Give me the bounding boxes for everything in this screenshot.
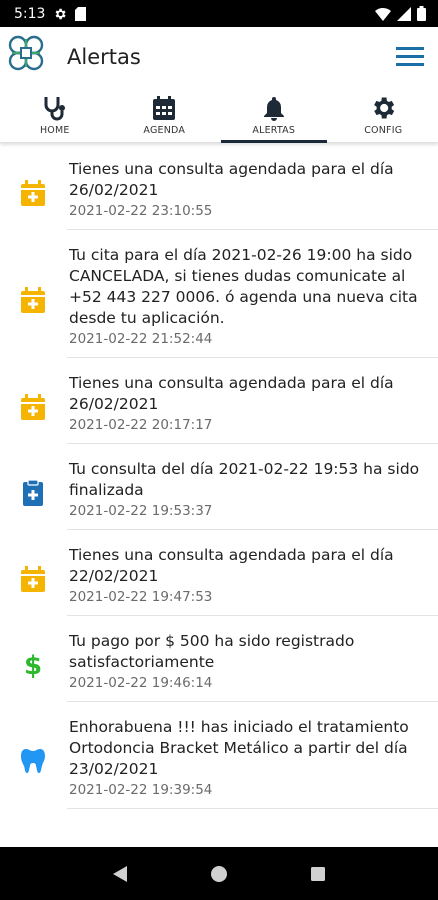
list-item[interactable]: Tienes una consulta agendada para el día…: [21, 144, 438, 230]
back-button[interactable]: [109, 863, 131, 885]
tab-label: AGENDA: [143, 125, 186, 136]
hamburger-menu-icon[interactable]: [396, 44, 424, 68]
battery-icon: [417, 6, 426, 21]
recents-button[interactable]: [307, 863, 329, 885]
alert-timestamp: 2021-02-22 19:39:54: [69, 782, 213, 798]
calendar-plus-icon: [21, 566, 45, 592]
tooth-icon: [21, 749, 45, 773]
tab-label: CONFIG: [364, 125, 403, 136]
recents-square-icon: [311, 866, 326, 881]
list-item[interactable]: Tienes una consulta agendada para el día…: [21, 358, 438, 444]
stethoscope-icon: [44, 97, 65, 121]
calendar-plus-icon: [21, 287, 45, 313]
gear-icon: [374, 97, 395, 119]
page-title: Alertas: [67, 45, 141, 69]
system-nav-bar: [0, 847, 438, 900]
alert-message: Tienes una consulta agendada para el día…: [69, 160, 394, 199]
alert-timestamp: 2021-02-22 23:10:55: [69, 203, 213, 219]
alert-message: Tu pago por $ 500 ha sido registrado sat…: [69, 632, 355, 671]
calendar-icon: [153, 96, 176, 120]
list-item[interactable]: Tu cita para el día 2021-02-26 19:00 ha …: [21, 230, 438, 358]
list-item[interactable]: Enhorabuena !!! has iniciado el tratamie…: [21, 702, 438, 809]
alert-timestamp: 2021-02-22 19:46:14: [69, 675, 213, 691]
calendar-plus-icon: [21, 394, 45, 420]
alert-message: Tu cita para el día 2021-02-26 19:00 ha …: [69, 246, 418, 327]
status-time: 5:13: [14, 5, 46, 22]
alert-message: Tienes una consulta agendada para el día…: [69, 374, 394, 413]
wifi-icon: [375, 7, 391, 21]
signal-icon: [397, 6, 411, 21]
status-bar: 5:13: [0, 0, 438, 27]
app-bar: Alertas: [0, 27, 438, 89]
list-item[interactable]: $ Tu pago por $ 500 ha sido registrado s…: [24, 616, 438, 702]
list-item[interactable]: Tu consulta del día 2021-02-22 19:53 ha …: [23, 444, 438, 530]
bell-icon: [263, 97, 284, 121]
tab-bar: HOME AGENDA ALERTAS CONFIG: [0, 89, 438, 143]
alert-timestamp: 2021-02-22 21:52:44: [69, 331, 213, 347]
alert-message: Enhorabuena !!! has iniciado el tratamie…: [69, 718, 409, 778]
alert-message: Tu consulta del día 2021-02-22 19:53 ha …: [69, 460, 420, 499]
alert-message: Tienes una consulta agendada para el día…: [69, 546, 394, 585]
settings-status-icon: [56, 8, 67, 19]
clipboard-plus-icon: [23, 479, 43, 506]
tab-config[interactable]: CONFIG: [329, 89, 438, 142]
home-circle-icon: [210, 865, 227, 882]
back-triangle-icon: [112, 865, 127, 882]
tab-label: HOME: [39, 125, 70, 136]
tab-agenda[interactable]: AGENDA: [110, 89, 220, 142]
svg-text:$: $: [24, 651, 42, 679]
calendar-plus-icon: [21, 180, 45, 206]
tab-home[interactable]: HOME: [0, 89, 110, 142]
sd-card-icon: [75, 6, 87, 21]
dollar-icon: $: [24, 651, 42, 679]
alert-timestamp: 2021-02-22 19:53:37: [69, 503, 213, 519]
alert-list: Tienes una consulta agendada para el día…: [0, 144, 438, 847]
alert-timestamp: 2021-02-22 19:47:53: [69, 589, 213, 605]
home-button[interactable]: [208, 863, 230, 885]
list-item[interactable]: Tienes una consulta agendada para el día…: [21, 530, 438, 616]
alert-timestamp: 2021-02-22 20:17:17: [69, 417, 213, 433]
clinic-logo-icon: [8, 35, 44, 71]
tab-alertas[interactable]: ALERTAS: [219, 89, 329, 143]
tab-label: ALERTAS: [252, 125, 296, 136]
